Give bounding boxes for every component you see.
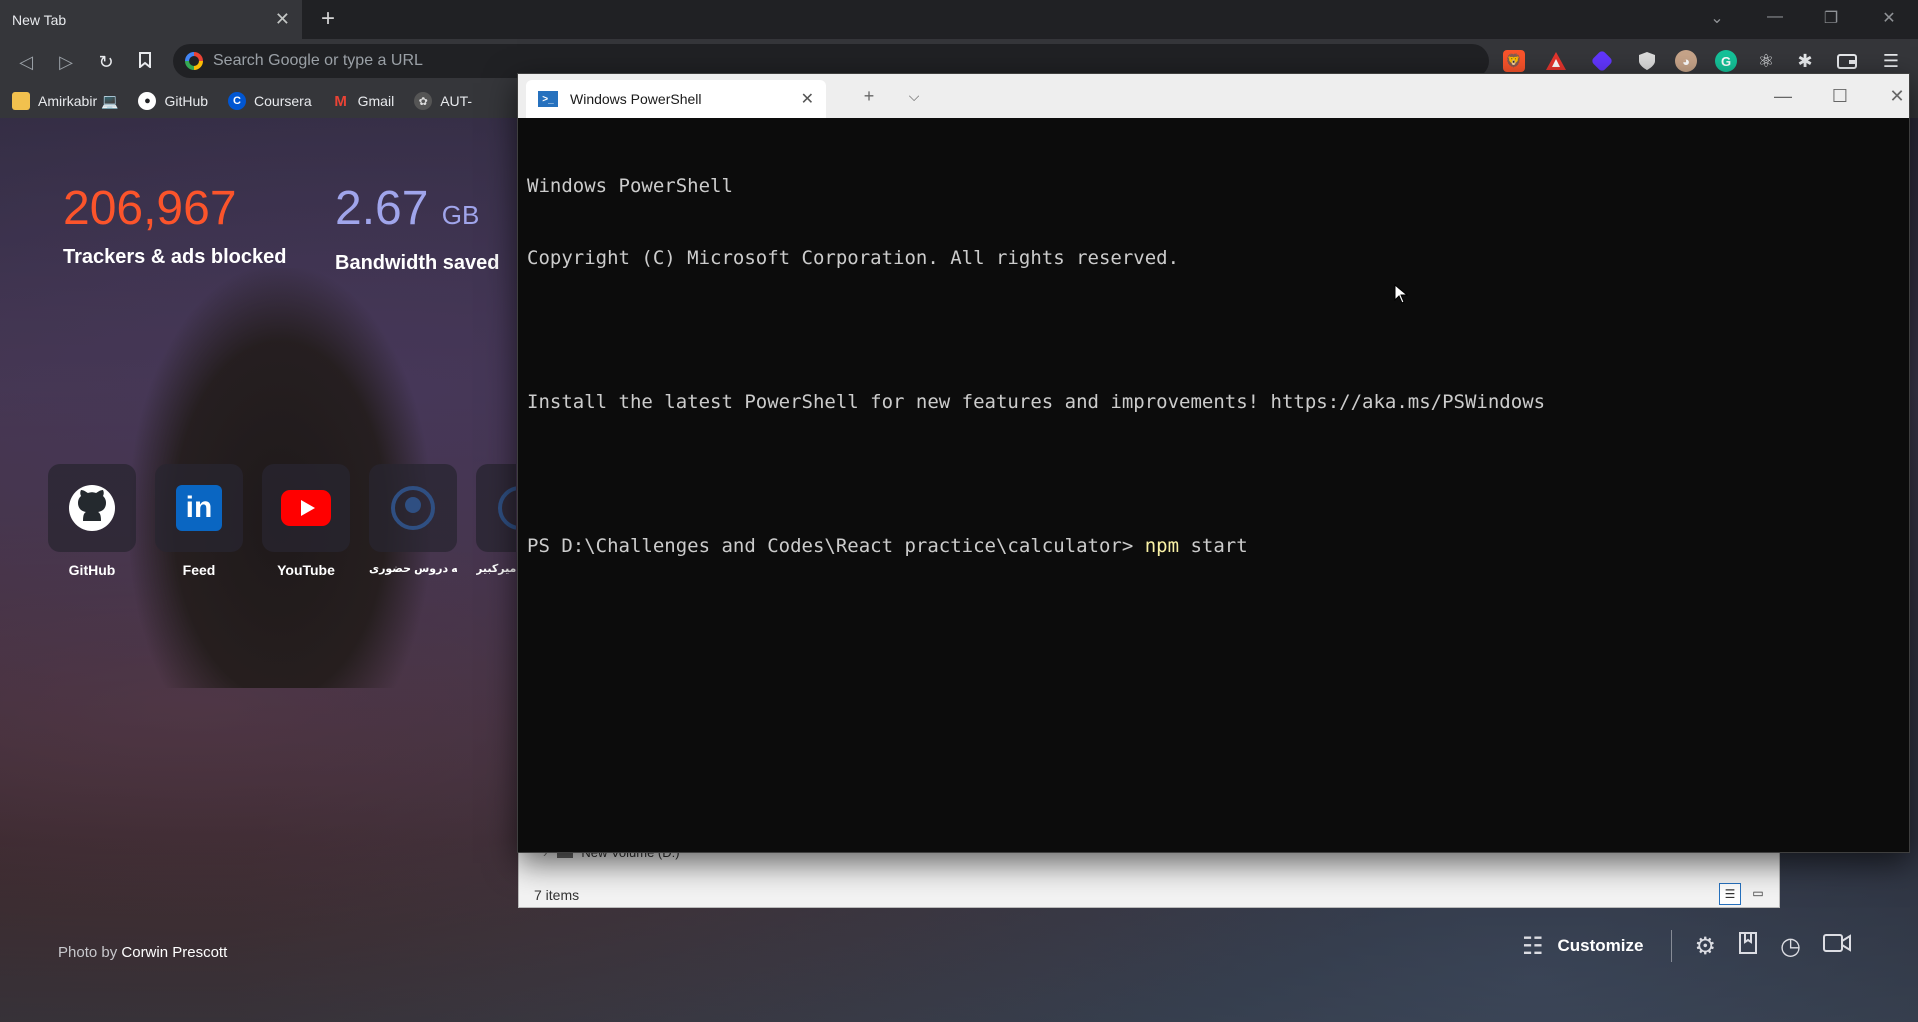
close-tab-icon[interactable]: ✕ [801, 89, 814, 109]
tile-site-amirkabir[interactable]: امیرکبیر [476, 464, 516, 575]
controls-divider [1671, 930, 1673, 962]
tile-github[interactable]: GitHub [48, 464, 136, 578]
bookmark-label: Gmail [357, 93, 395, 109]
maximize-icon[interactable]: ☐ [1825, 81, 1855, 111]
trackers-stat: 206,967 Trackers & ads blocked [63, 184, 286, 269]
settings-icon[interactable]: ⚙ [1694, 932, 1716, 961]
powershell-titlebar: >_ Windows PowerShell ✕ + ⌵ — ☐ ✕ [518, 74, 1909, 118]
terminal-line: Windows PowerShell [527, 175, 733, 197]
bookmark-gmail[interactable]: M Gmail [332, 92, 395, 110]
wallet-icon[interactable] [1836, 50, 1858, 72]
github-icon [48, 464, 136, 552]
tile-feed[interactable]: in Feed [155, 464, 243, 578]
photo-credit-prefix: Photo by [58, 944, 118, 961]
bandwidth-value: 2.67 [335, 182, 429, 235]
bookmark-github[interactable]: ● GitHub [138, 92, 208, 110]
tile-label: Feed [182, 562, 216, 578]
tile-label: امیرکبیر [476, 563, 516, 575]
bookmark-label: Coursera [254, 93, 312, 109]
powershell-tab[interactable]: >_ Windows PowerShell ✕ [526, 80, 826, 118]
github-icon: ● [138, 92, 157, 110]
new-tab-button[interactable]: + [315, 5, 341, 33]
back-icon[interactable]: ◁ [12, 48, 40, 76]
bookmark-label: AUT- [440, 93, 473, 109]
gmail-icon: M [334, 92, 347, 110]
linkedin-icon: in [155, 464, 243, 552]
youtube-icon [262, 464, 350, 552]
google-icon [185, 52, 203, 70]
customize-sliders-icon[interactable]: ☷ [1522, 932, 1544, 961]
photo-credit: Photo by Corwin Prescott [58, 944, 227, 961]
ntp-controls: ☷ Customize ⚙ ◷ [1500, 930, 1851, 962]
powershell-tab-title: Windows PowerShell [570, 91, 702, 107]
terminal-line: Install the latest PowerShell for new fe… [527, 391, 1546, 413]
details-view-icon[interactable]: ☰ [1719, 883, 1741, 905]
coursera-icon: C [228, 92, 247, 110]
reload-icon[interactable]: ↻ [92, 48, 120, 76]
minimize-icon[interactable]: — [1760, 8, 1790, 26]
terminal-output[interactable]: Windows PowerShell Copyright (C) Microso… [527, 126, 1899, 606]
brave-rewards-icon[interactable] [1545, 50, 1567, 72]
bandwidth-stat: 2.67 GB Bandwidth saved [335, 184, 499, 275]
aut-icon: ✿ [414, 92, 433, 110]
close-tab-icon[interactable]: ✕ [275, 9, 290, 30]
restore-icon[interactable]: ❐ [1816, 8, 1846, 28]
browser-tabstrip: New Tab ✕ + ⌄ — ❐ ✕ [0, 0, 1918, 39]
extensions-puzzle-icon[interactable]: ✱ [1794, 50, 1816, 72]
terminal-command: npm [1144, 535, 1180, 557]
tab-search-icon[interactable]: ⌄ [1702, 8, 1732, 28]
react-devtools-icon[interactable]: ⚛ [1755, 50, 1777, 72]
terminal-prompt-line: PS D:\Challenges and Codes\React practic… [527, 534, 1899, 558]
menu-icon[interactable]: ☰ [1880, 50, 1902, 72]
close-window-icon[interactable]: ✕ [1874, 8, 1904, 28]
video-call-icon[interactable] [1822, 932, 1851, 960]
browser-tab-title: New Tab [12, 11, 67, 28]
site-icon [369, 464, 457, 552]
bookmark-amirkabir[interactable]: Amirkabir 💻 [12, 92, 118, 110]
history-icon[interactable]: ◷ [1780, 932, 1801, 961]
tile-label: GitHub [68, 562, 116, 578]
tile-site-classes[interactable]: ـه دروس حضوری [369, 464, 457, 575]
bookmark-aut[interactable]: ✿ AUT- [414, 92, 472, 110]
explorer-status: 7 items [534, 887, 580, 903]
tile-youtube[interactable]: YouTube [262, 464, 350, 578]
extension-purple-icon[interactable] [1590, 49, 1614, 73]
address-bar-placeholder: Search Google or type a URL [213, 52, 423, 69]
site-icon [476, 464, 516, 552]
photo-credit-author[interactable]: Corwin Prescott [121, 944, 227, 961]
brave-shields-icon[interactable]: 🦁 [1503, 50, 1525, 72]
bookmark-icon[interactable] [131, 48, 159, 76]
customize-button[interactable]: Customize [1558, 936, 1644, 956]
trackers-label: Trackers & ads blocked [63, 246, 287, 268]
powershell-window: >_ Windows PowerShell ✕ + ⌵ — ☐ ✕ Window… [517, 73, 1910, 853]
browser-tab-new-tab[interactable]: New Tab ✕ [0, 0, 302, 39]
terminal-command-args: start [1179, 535, 1248, 557]
folder-icon [12, 92, 30, 110]
extension-face-icon[interactable]: ◕ [1675, 50, 1697, 72]
bookmark-label: Amirkabir 💻 [38, 92, 119, 109]
tile-label: YouTube [277, 562, 335, 578]
bookmark-coursera[interactable]: C Coursera [228, 92, 312, 110]
tile-label: ـه دروس حضوری [369, 563, 457, 575]
bandwidth-unit: GB [441, 200, 480, 230]
new-tab-icon[interactable]: + [854, 81, 884, 111]
bookmark-label: GitHub [164, 93, 209, 109]
shield-icon[interactable] [1636, 50, 1658, 72]
grammarly-icon[interactable]: G [1715, 50, 1737, 72]
minimize-icon[interactable]: — [1768, 81, 1798, 111]
tiles-view-icon[interactable]: ▭ [1747, 883, 1769, 905]
mouse-cursor-icon [1394, 283, 1409, 309]
powershell-icon: >_ [538, 91, 558, 107]
forward-icon[interactable]: ▷ [52, 48, 80, 76]
bandwidth-label: Bandwidth saved [335, 252, 500, 274]
trackers-count: 206,967 [63, 182, 237, 235]
close-window-icon[interactable]: ✕ [1882, 81, 1912, 111]
terminal-prompt: PS D:\Challenges and Codes\React practic… [527, 535, 1145, 557]
bookmarks-icon[interactable] [1738, 931, 1758, 961]
terminal-line: Copyright (C) Microsoft Corporation. All… [527, 247, 1180, 269]
chevron-down-icon[interactable]: ⌵ [899, 81, 929, 111]
